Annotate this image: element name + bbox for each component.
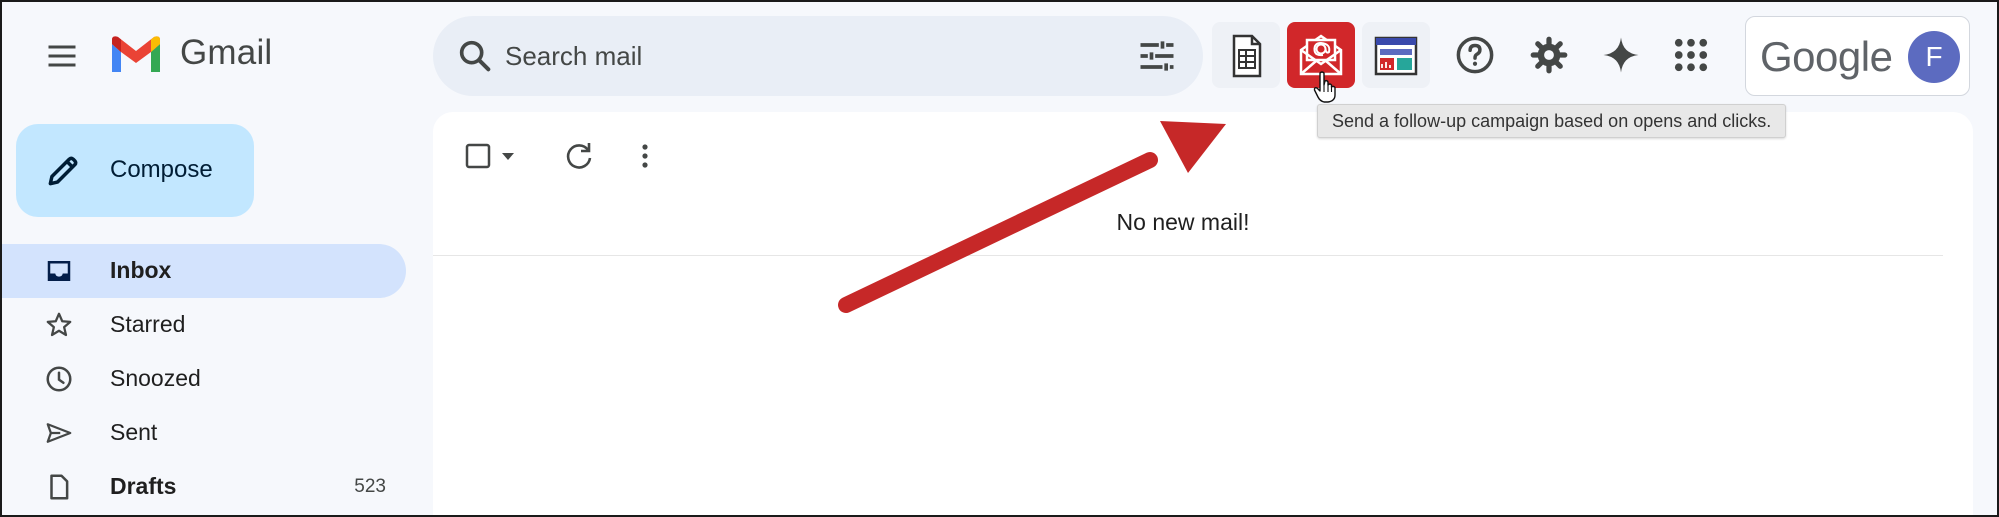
app-name: Gmail [180, 33, 273, 72]
account-avatar[interactable]: F [1908, 31, 1960, 83]
sidebar-item-inbox[interactable]: Inbox [0, 244, 406, 298]
search-icon[interactable] [455, 36, 495, 76]
dashboard-addon-icon [1374, 36, 1418, 76]
dashboard-addon-button[interactable] [1362, 22, 1430, 88]
spreadsheet-addon-icon [1232, 34, 1262, 78]
sidebar-item-label: Inbox [110, 257, 172, 283]
sidebar-item-count: 523 [354, 476, 386, 497]
sidebar-item-label: Snoozed [110, 365, 201, 391]
tooltip: Send a follow-up campaign based on opens… [1317, 104, 1787, 138]
sidebar-item-drafts[interactable]: Drafts 523 [0, 460, 406, 514]
refresh-icon[interactable] [559, 136, 599, 176]
pencil-icon [48, 156, 78, 186]
compose-label: Compose [110, 156, 213, 183]
sidebar-item-starred[interactable]: Starred [0, 298, 406, 352]
google-wordmark: Google [1760, 33, 1893, 80]
inbox-icon [47, 261, 71, 281]
empty-inbox-message: No new mail! [1116, 209, 1250, 235]
hand-pointer-cursor-icon [1313, 71, 1336, 103]
help-icon[interactable] [1454, 34, 1496, 76]
google-account-box[interactable]: Google F [1745, 16, 1970, 96]
gemini-spark-icon[interactable] [1600, 34, 1642, 76]
search-bar[interactable] [433, 16, 1203, 96]
sidebar-item-label: Drafts [110, 473, 177, 499]
mail-list-panel: No new mail! [433, 112, 1973, 517]
send-icon [46, 423, 72, 443]
sidebar-item-label: Starred [110, 311, 186, 337]
more-options-icon[interactable] [625, 136, 665, 176]
select-all-checkbox-dropdown[interactable] [463, 136, 527, 176]
star-icon [46, 312, 72, 337]
apps-grid-icon[interactable] [1670, 34, 1712, 76]
search-options-icon[interactable] [1135, 34, 1179, 78]
draft-icon [50, 474, 69, 500]
settings-gear-icon[interactable] [1528, 34, 1570, 76]
compose-button[interactable]: Compose [16, 124, 254, 217]
search-input[interactable] [505, 34, 1105, 78]
clock-icon [46, 366, 72, 392]
sidebar-item-label: Sent [110, 419, 158, 445]
gmail-logo[interactable] [108, 34, 164, 76]
main-menu-icon[interactable] [44, 38, 80, 74]
sidebar-item-sent[interactable]: Sent [0, 406, 406, 460]
spreadsheet-addon-button[interactable] [1212, 22, 1280, 88]
list-divider [433, 255, 1943, 256]
sidebar-item-snoozed[interactable]: Snoozed [0, 352, 406, 406]
